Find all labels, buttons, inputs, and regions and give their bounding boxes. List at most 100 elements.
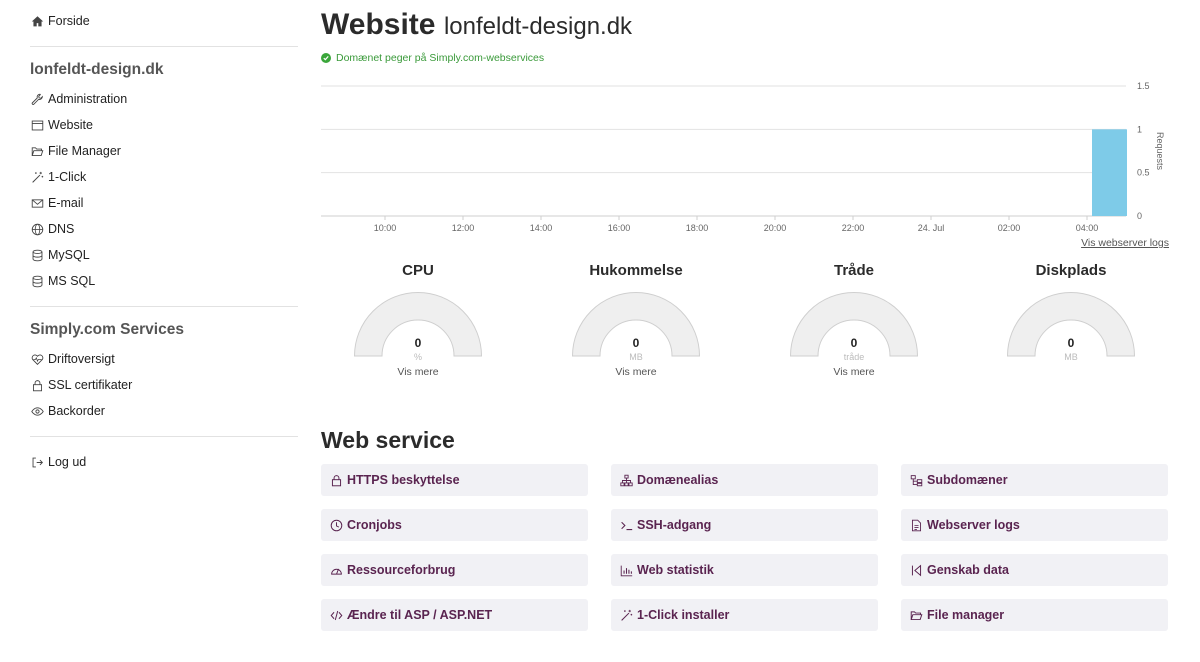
sidebar-item-1-click[interactable]: 1-Click [30, 164, 298, 190]
requests-chart: 0 0.5 1 1.5 10:00 12:00 14:00 16:00 18:00 20:00 22… [321, 70, 1171, 250]
gauge-diskplads: Diskplads 0 MB [1006, 262, 1136, 362]
folder-open-icon [30, 144, 44, 158]
one-click-installer-button[interactable]: 1-Click installer [611, 599, 878, 631]
web-service-title: Web service [321, 427, 455, 453]
domain-alias-button[interactable]: Domænealias [611, 464, 878, 496]
ssh-access-button[interactable]: SSH-adgang [611, 509, 878, 541]
button-label: Web statistik [637, 563, 714, 577]
chart-bar [1092, 129, 1127, 216]
gauge-unit: % [413, 352, 422, 362]
sidebar-item-label: 1-Click [48, 170, 87, 184]
domain-status-text: Domænet peger på Simply.com-webservices [336, 52, 545, 64]
gauge-arc: 0 MB [571, 290, 701, 362]
webserver-logs-link[interactable]: Vis webserver logs [1081, 237, 1169, 249]
sidebar-item-label: MS SQL [48, 274, 96, 288]
chart-x-tick-label: 10:00 [374, 223, 397, 233]
page-title: Website lonfeldt-design.dk [321, 8, 632, 42]
button-label: HTTPS beskyttelse [347, 473, 460, 487]
chart-x-tick-label: 22:00 [842, 223, 865, 233]
chart-x-tick-label: 24. Jul [918, 223, 945, 233]
sidebar-item-ssl[interactable]: SSL certifikater [30, 372, 298, 398]
sidebar: Forside lonfeldt-design.dk Administratio… [30, 0, 298, 475]
gauge-arc: 0 % [353, 290, 483, 362]
chart-y-tick-label: 0.5 [1137, 168, 1150, 178]
chart-x-tick-label: 18:00 [686, 223, 709, 233]
chart-y-tick-label: 1.5 [1137, 81, 1150, 91]
chart-x-tick-label: 04:00 [1076, 223, 1099, 233]
sidebar-item-driftoversigt[interactable]: Driftoversigt [30, 346, 298, 372]
lock-icon [30, 378, 44, 392]
button-label: Domænealias [637, 473, 719, 487]
sidebar-item-label: SSL certifikater [48, 378, 133, 392]
sidebar-item-label: Administration [48, 92, 128, 106]
sidebar-item-dns[interactable]: DNS [30, 216, 298, 242]
web-statistics-button[interactable]: Web statistik [611, 554, 878, 586]
gauge-cpu: CPU 0 % Vis mere [353, 262, 483, 380]
divider [30, 46, 298, 47]
gauge-arc: 0 MB [1006, 290, 1136, 362]
terminal-icon [619, 518, 633, 532]
file-icon [909, 518, 923, 532]
button-label: Subdomæner [927, 473, 1008, 487]
sidebar-item-label: MySQL [48, 248, 90, 262]
gauge-title: CPU [402, 262, 434, 279]
gauge-unit: tråde [843, 352, 865, 362]
restore-icon [909, 563, 923, 577]
sidebar-domain-title: lonfeldt-design.dk [30, 61, 164, 78]
sidebar-item-log-ud[interactable]: Log ud [30, 449, 298, 475]
gauge-unit: MB [1064, 352, 1078, 362]
button-label: Ressourceforbrug [347, 563, 456, 577]
subdomain-icon [909, 473, 923, 487]
resource-usage-button[interactable]: Ressourceforbrug [321, 554, 588, 586]
chart-x-tick-label: 12:00 [452, 223, 475, 233]
webserver-logs-button[interactable]: Webserver logs [901, 509, 1168, 541]
sidebar-item-website[interactable]: Website [30, 112, 298, 138]
requests-chart-svg: 0 0.5 1 1.5 10:00 12:00 14:00 16:00 18:00 20:00 22… [321, 81, 1165, 233]
sidebar-item-ms-sql[interactable]: MS SQL [30, 268, 298, 294]
button-label: Webserver logs [927, 518, 1020, 532]
sidebar-item-forside[interactable]: Forside [30, 8, 298, 34]
button-label: Ændre til ASP / ASP.NET [347, 608, 493, 622]
logout-icon [30, 455, 44, 469]
sidebar-item-administration[interactable]: Administration [30, 86, 298, 112]
gauge-icon [329, 563, 343, 577]
gauge-more-link[interactable]: Vis mere [353, 366, 483, 380]
wrench-icon [30, 92, 44, 106]
button-label: SSH-adgang [637, 518, 712, 532]
magic-wand-icon [619, 608, 633, 622]
sidebar-item-label: E-mail [48, 196, 84, 210]
file-manager-button[interactable]: File manager [901, 599, 1168, 631]
sidebar-item-e-mail[interactable]: E-mail [30, 190, 298, 216]
button-label: File manager [927, 608, 1005, 622]
sitemap-icon [619, 473, 633, 487]
gauge-traade: Tråde 0 tråde Vis mere [789, 262, 919, 380]
clock-icon [329, 518, 343, 532]
sidebar-item-backorder[interactable]: Backorder [30, 398, 298, 424]
gauge-title: Tråde [833, 262, 875, 279]
sidebar-item-mysql[interactable]: MySQL [30, 242, 298, 268]
sidebar-item-file-manager[interactable]: File Manager [30, 138, 298, 164]
chart-x-tick-label: 14:00 [530, 223, 553, 233]
browser-window-icon [30, 118, 44, 132]
gauge-more-link[interactable]: Vis mere [571, 366, 701, 380]
cronjobs-button[interactable]: Cronjobs [321, 509, 588, 541]
sidebar-services-title: Simply.com Services [30, 321, 184, 338]
sidebar-item-label: DNS [48, 222, 75, 236]
eye-icon [30, 404, 44, 418]
home-icon [30, 14, 44, 28]
folder-open-icon [909, 608, 923, 622]
change-to-asp-button[interactable]: Ændre til ASP / ASP.NET [321, 599, 588, 631]
gauge-value: 0 [414, 336, 422, 350]
lock-icon [329, 473, 343, 487]
restore-data-button[interactable]: Genskab data [901, 554, 1168, 586]
chart-x-tick-label: 02:00 [998, 223, 1021, 233]
https-protection-button[interactable]: HTTPS beskyttelse [321, 464, 588, 496]
gauge-unit: MB [629, 352, 643, 362]
envelope-icon [30, 196, 44, 210]
gauge-more-link[interactable]: Vis mere [789, 366, 919, 380]
chart-y-axis-label: Requests [1155, 132, 1165, 171]
subdomains-button[interactable]: Subdomæner [901, 464, 1168, 496]
sidebar-item-label: Website [48, 118, 93, 132]
globe-icon [30, 222, 44, 236]
gauge-value: 0 [1067, 336, 1075, 350]
